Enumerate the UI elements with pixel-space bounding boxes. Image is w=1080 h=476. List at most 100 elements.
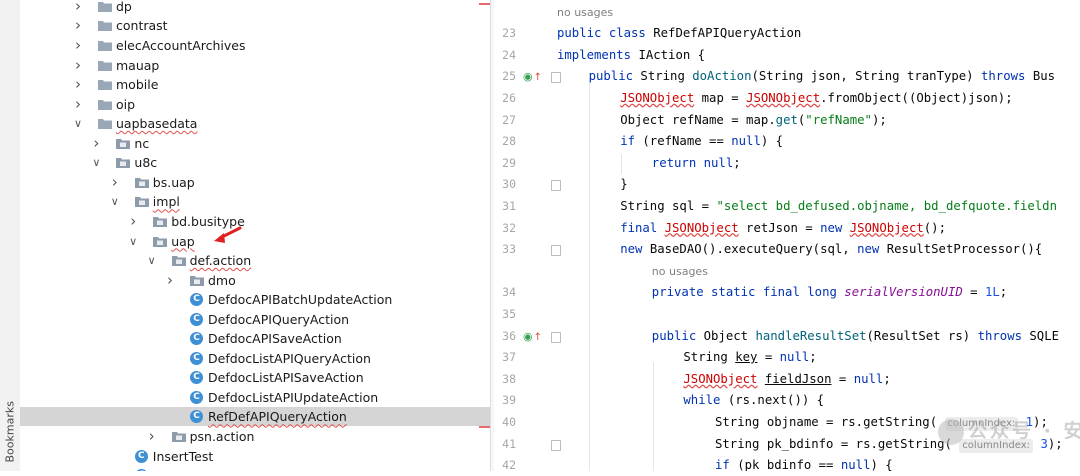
tree-item[interactable]: › psn.action — [20, 427, 490, 446]
code-token: ) { — [760, 134, 784, 149]
line-number: 41 — [502, 436, 516, 451]
code-token: throws — [981, 69, 1033, 84]
tree-item[interactable]: › contrast — [20, 16, 490, 35]
code-token: ); — [871, 112, 887, 127]
tree-item-label: def.action — [189, 253, 252, 269]
tree-item[interactable]: C DefdocAPIQueryAction — [20, 310, 490, 329]
tree-item[interactable]: CTestQuery — [20, 466, 490, 471]
chevron-down-icon[interactable]: ∨ — [72, 114, 84, 133]
tree-item[interactable]: ∨ impl — [20, 192, 490, 211]
chevron-right-icon[interactable]: › — [127, 212, 139, 231]
tree-item[interactable]: C InsertTest — [20, 447, 490, 466]
chevron-down-icon[interactable]: ∨ — [127, 232, 139, 251]
usages-hint[interactable]: no usages — [652, 261, 708, 282]
chevron-right-icon[interactable]: › — [72, 16, 84, 35]
tree-item[interactable]: › oip — [20, 95, 490, 114]
chevron-down-icon[interactable]: ∨ — [146, 251, 158, 270]
code-token: = — [831, 371, 854, 386]
tree-item-label: u8c — [134, 155, 158, 171]
chevron-right-icon[interactable]: › — [164, 271, 176, 290]
tree-item[interactable]: ∨ u8c — [20, 153, 490, 172]
line-number: 35 — [502, 306, 516, 321]
line-number: 31 — [502, 198, 516, 213]
tree-item[interactable]: ∨ uapbasedata — [20, 114, 490, 133]
tree-item[interactable]: ∨ def.action — [20, 251, 490, 270]
folder-icon — [98, 99, 112, 110]
code-token: JSONObject — [849, 220, 924, 235]
code-token: if — [620, 134, 643, 149]
tree-item[interactable]: C DefdocListAPIQueryAction — [20, 349, 490, 368]
tree-item-label: mauap — [116, 57, 160, 73]
tree-item-label: RefDefAPIQueryAction — [208, 409, 347, 425]
tree-item-label: DefdocListAPIQueryAction — [208, 350, 371, 366]
code-token: RefDefAPIQueryAction — [653, 26, 802, 41]
code-token: String — [683, 350, 736, 365]
code-token: (rs.next()) { — [727, 393, 825, 408]
code-token: = — [962, 285, 985, 300]
chevron-right-icon[interactable]: › — [146, 427, 158, 446]
tree-item[interactable]: › elecAccountArchives — [20, 36, 490, 55]
usages-hint[interactable]: no usages — [557, 2, 613, 23]
bookmarks-tab[interactable]: Bookmarks — [2, 400, 18, 464]
tree-item[interactable]: › dp — [20, 0, 490, 16]
tree-item-label: DefdocAPIQueryAction — [208, 311, 350, 327]
code-token: = — [757, 350, 780, 365]
code-line: Object refName = map.get("refName"); — [620, 110, 887, 131]
line-number: 25 — [502, 69, 516, 84]
code-line: String key = null; — [683, 347, 816, 368]
chevron-right-icon[interactable]: › — [109, 173, 121, 192]
code-editor[interactable]: no usages public class RefDefAPIQueryActi… — [557, 0, 1080, 472]
code-line: final JSONObject retJson = new JSONObjec… — [620, 218, 946, 239]
code-token: ; — [999, 285, 1008, 300]
chevron-right-icon[interactable]: › — [90, 134, 102, 153]
folder-icon — [98, 79, 112, 91]
chevron-right-icon[interactable]: › — [72, 56, 84, 75]
code-token: throws — [977, 328, 1030, 343]
line-number: 40 — [502, 414, 516, 429]
code-token: JSONObject — [664, 220, 739, 235]
tree-item[interactable]: › nc — [20, 134, 490, 153]
code-line: public String doAction(String json, Stri… — [589, 66, 1055, 87]
project-tree[interactable]: › dp › contrast › elecAccountArchives › mauap › m… — [20, 0, 490, 471]
code-line: public class RefDefAPIQueryAction — [557, 23, 801, 44]
folder-icon — [98, 20, 112, 32]
code-token: Object — [703, 328, 756, 343]
chevron-down-icon[interactable]: ∨ — [90, 153, 102, 172]
code-token: String — [640, 69, 693, 84]
override-gutter-icon[interactable]: ◉↑ — [523, 326, 542, 347]
tree-item[interactable]: › bd.busitype — [20, 212, 490, 231]
line-number: 42 — [502, 458, 516, 473]
fold-marker-icon[interactable] — [551, 439, 561, 451]
tree-item[interactable]: C DefdocAPISaveAction — [20, 329, 490, 348]
line-number: 36 — [502, 328, 516, 343]
chevron-right-icon[interactable]: › — [72, 36, 84, 55]
code-token: get — [775, 112, 798, 127]
tree-item-label: DefdocListAPISaveAction — [208, 370, 364, 386]
tree-item[interactable]: C DefdocListAPIUpdateAction — [20, 388, 490, 407]
chevron-right-icon[interactable]: › — [72, 95, 84, 114]
package-icon — [190, 275, 204, 286]
code-token: "refName" — [805, 112, 872, 127]
java-class-icon: C — [134, 449, 148, 463]
line-number-gutter: 23 24 25 ◉↑ 26 27 28 29 30 31 32 33 34 35 36 ◉↑ 37 38 39 40… — [494, 0, 550, 472]
chevron-right-icon[interactable]: › — [72, 0, 84, 16]
override-gutter-icon[interactable]: ◉↑ — [523, 66, 542, 87]
tree-item[interactable]: › mobile — [20, 75, 490, 94]
code-token: serialVersionUID — [844, 285, 963, 300]
package-icon — [171, 255, 186, 267]
tree-item[interactable]: ∨ uap — [20, 232, 490, 251]
tree-item[interactable]: › dmo — [20, 271, 490, 290]
tree-item[interactable]: › mauap — [20, 56, 490, 75]
tree-item[interactable]: C DefdocAPIBatchUpdateAction — [20, 290, 490, 309]
fold-marker-icon[interactable] — [551, 245, 561, 257]
code-token: ResultSetProcessor(){ — [886, 242, 1043, 257]
chevron-right-icon[interactable]: › — [72, 75, 84, 94]
fold-marker-icon[interactable] — [551, 331, 561, 343]
tree-item[interactable]: C DefdocListAPISaveAction — [20, 368, 490, 387]
tree-item[interactable]: C RefDefAPIQueryAction — [20, 407, 490, 427]
chevron-down-icon[interactable]: ∨ — [109, 192, 121, 211]
fold-marker-icon[interactable] — [551, 180, 561, 192]
tree-item[interactable]: › bs.uap — [20, 173, 490, 192]
fold-marker-icon[interactable] — [551, 72, 561, 84]
